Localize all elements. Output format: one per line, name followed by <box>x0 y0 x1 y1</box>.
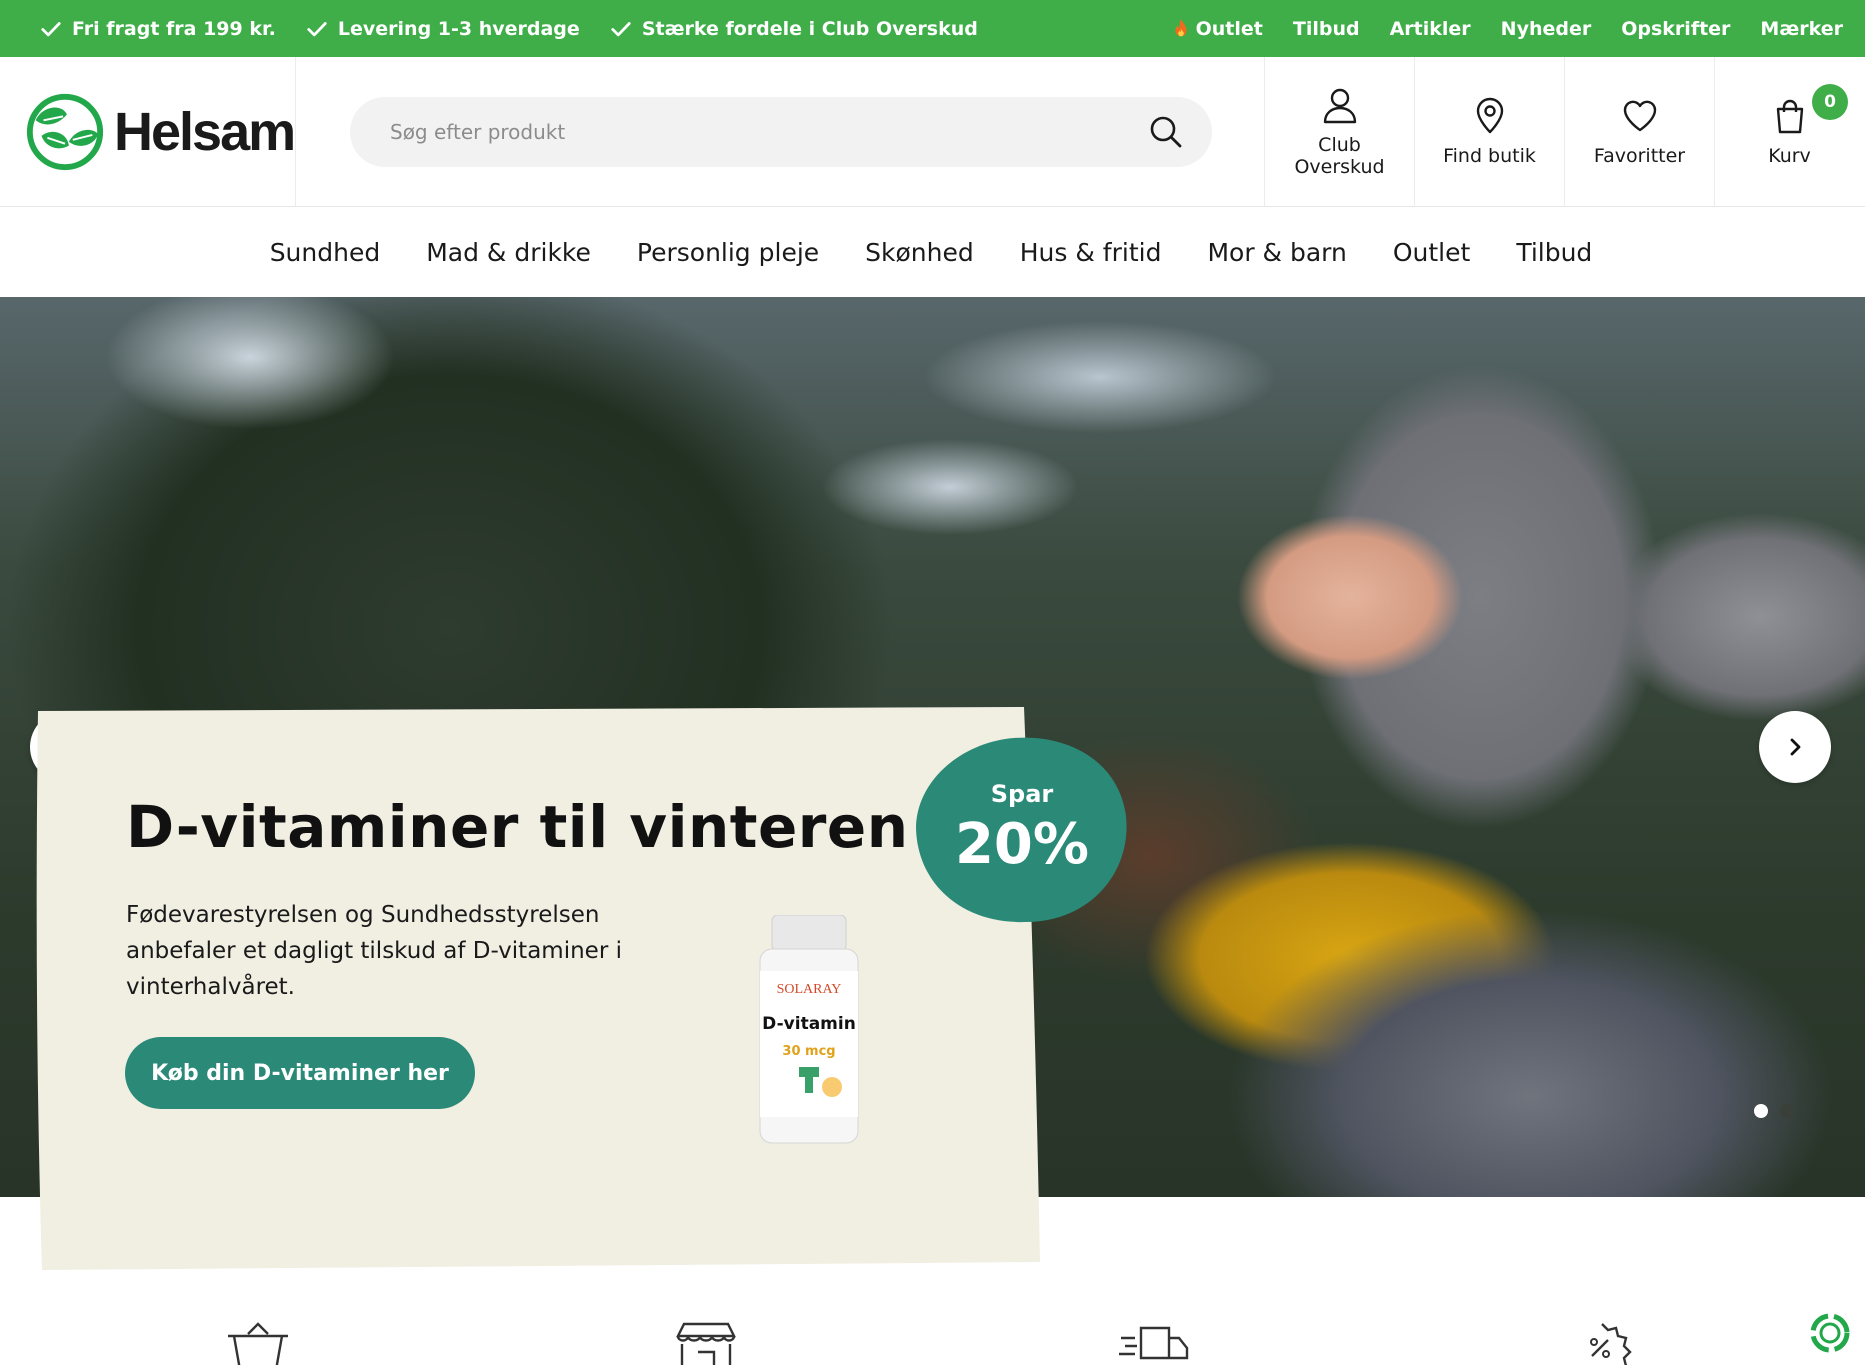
usp-item: Levering 1-3 hverdage <box>306 18 580 40</box>
cart-button[interactable]: Kurv 0 <box>1714 57 1864 207</box>
product-name: D-vitamin <box>762 1014 856 1034</box>
basket-icon <box>228 1322 288 1365</box>
check-icon <box>307 21 327 36</box>
top-link-opskrifter[interactable]: Opskrifter <box>1621 18 1730 40</box>
usp-list: Fri fragt fra 199 kr. Levering 1-3 hverd… <box>40 18 978 40</box>
nav-item-sundhed[interactable]: Sundhed <box>270 238 381 267</box>
search-bar <box>350 97 1212 167</box>
carousel-dots <box>1754 1104 1794 1118</box>
main-nav: Sundhed Mad & drikke Personlig pleje Skø… <box>0 207 1865 297</box>
product-brand: SOLARAY <box>777 982 842 997</box>
heart-icon <box>1623 100 1656 132</box>
leaf-logo-icon <box>26 93 104 171</box>
recycle-badge-icon[interactable] <box>1808 1311 1852 1355</box>
usp-label: Levering 1-3 hverdage <box>337 17 580 40</box>
user-icon <box>1323 88 1356 124</box>
promo-description: Fødevarestyrelsen og Sundhedsstyrelsen a… <box>126 902 622 1000</box>
top-link-nyheder[interactable]: Nyheder <box>1501 18 1592 40</box>
usp-label: Stærke fordele i Club Overskud <box>641 17 978 40</box>
find-store-button[interactable]: Find butik <box>1414 57 1564 207</box>
product-bottle-image: SOLARAY D-vitamin 30 mcg <box>759 915 859 1144</box>
favorites-button[interactable]: Favoritter <box>1564 57 1714 207</box>
top-bar: Fri fragt fra 199 kr. Levering 1-3 hverd… <box>0 0 1865 57</box>
chevron-right-icon <box>1790 738 1801 756</box>
usp-label: Fri fragt fra 199 kr. <box>72 17 276 40</box>
feature-strip <box>0 1290 1865 1365</box>
nav-item-outlet[interactable]: Outlet <box>1393 238 1470 267</box>
top-link-tilbud[interactable]: Tilbud <box>1293 18 1360 40</box>
site-header: Helsam Club Overskud Find butik Favoritt… <box>0 57 1865 207</box>
top-link-outlet[interactable]: Outlet <box>1172 18 1263 40</box>
cart-count-badge: 0 <box>1812 84 1848 120</box>
fast-delivery-icon <box>1119 1326 1189 1360</box>
nav-item-skoenhed[interactable]: Skønhed <box>865 238 974 267</box>
check-icon <box>41 21 61 36</box>
check-icon <box>611 21 631 36</box>
search-input[interactable] <box>390 120 1148 144</box>
top-link-label: Outlet <box>1195 17 1263 40</box>
club-overskud-button[interactable]: Club Overskud <box>1264 57 1414 207</box>
carousel-next-button[interactable] <box>1759 711 1831 783</box>
promo-card: D-vitaminer til vinteren Fødevarestyrels… <box>34 707 1042 1272</box>
carousel-dot[interactable] <box>1754 1104 1768 1118</box>
top-links: Outlet Tilbud Artikler Nyheder Opskrifte… <box>1172 18 1843 40</box>
carousel-dot[interactable] <box>1780 1104 1794 1118</box>
nav-item-mad-drikke[interactable]: Mad & drikke <box>426 238 591 267</box>
buy-d-vitamin-button[interactable]: Køb din D-vitaminer her <box>125 1037 475 1109</box>
shopping-bag-icon <box>1776 99 1803 134</box>
usp-item: Fri fragt fra 199 kr. <box>40 18 276 40</box>
nav-item-tilbud[interactable]: Tilbud <box>1516 238 1592 267</box>
search-icon[interactable] <box>1148 114 1184 150</box>
logo-link[interactable]: Helsam <box>0 57 296 207</box>
top-link-maerker[interactable]: Mærker <box>1760 18 1843 40</box>
discount-badge-value: 20% <box>954 812 1090 877</box>
favorites-label: Favoritter <box>1593 145 1686 167</box>
discount-badge: Spar 20% <box>914 734 1130 924</box>
product-dose: 30 mcg <box>782 1044 835 1059</box>
logo-text: Helsam <box>114 102 296 162</box>
nav-item-hus-fritid[interactable]: Hus & fritid <box>1020 238 1162 267</box>
cart-label: Kurv <box>1768 145 1811 167</box>
find-store-label: Find butik <box>1443 145 1536 167</box>
discount-badge-label: Spar <box>990 780 1054 808</box>
usp-item: Stærke fordele i Club Overskud <box>610 18 978 40</box>
store-icon <box>676 1322 736 1365</box>
nav-item-personlig-pleje[interactable]: Personlig pleje <box>637 238 819 267</box>
header-actions: Club Overskud Find butik Favoritter Kurv… <box>1264 57 1864 207</box>
club-overskud-label: Club Overskud <box>1294 134 1385 178</box>
promo-title: D-vitaminer til vinteren <box>126 793 909 861</box>
discount-tag-icon <box>1590 1323 1632 1365</box>
location-pin-icon <box>1476 97 1503 134</box>
flame-icon <box>1175 18 1187 36</box>
top-link-artikler[interactable]: Artikler <box>1390 18 1471 40</box>
nav-item-mor-barn[interactable]: Mor & barn <box>1207 238 1346 267</box>
